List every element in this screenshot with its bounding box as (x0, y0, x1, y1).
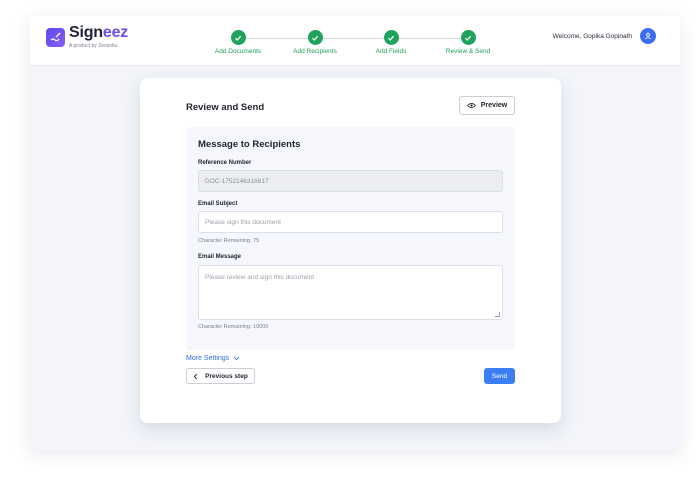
step-review-send[interactable]: Review & Send (428, 30, 508, 55)
message-panel: Message to Recipients Reference Number D… (186, 127, 515, 350)
brand-tagline: A product by Zenzolia (69, 43, 118, 49)
step-label: Add Documents (214, 48, 262, 55)
subject-label: Email Subject (198, 201, 238, 207)
preview-button[interactable]: Preview (459, 96, 515, 115)
more-settings-link[interactable]: More Settings (186, 355, 240, 362)
signeez-logo-icon (46, 28, 65, 47)
message-placeholder: Please review and sign this document (205, 274, 315, 281)
page-title: Review and Send (186, 102, 265, 113)
step-label: Add Recipients (293, 48, 337, 55)
more-settings-label: More Settings (186, 355, 230, 362)
previous-step-button[interactable]: Previous step (186, 368, 255, 384)
reference-label: Reference Number (198, 160, 252, 166)
step-add-documents[interactable]: Add Documents (198, 30, 278, 55)
top-bar: Signeez A product by Zenzolia Add Docume… (30, 16, 680, 66)
brand-name: Signeez (69, 24, 129, 41)
step-add-fields[interactable]: Add Fields (351, 30, 431, 55)
message-textarea[interactable]: Please review and sign this document (198, 265, 503, 320)
review-card: Review and Send Preview Message to Recip… (140, 78, 561, 423)
resize-handle-icon[interactable] (495, 312, 500, 317)
message-label: Email Message (198, 254, 242, 260)
user-avatar-icon[interactable] (640, 28, 656, 44)
chevron-down-icon (233, 356, 240, 361)
reference-input: DOC-1752146316617 (198, 170, 503, 192)
check-icon (383, 30, 399, 45)
panel-title: Message to Recipients (198, 139, 301, 150)
message-char-hint: Character Remaining: 10000 (198, 324, 269, 330)
app-frame: Signeez A product by Zenzolia Add Docume… (30, 16, 680, 450)
welcome-text: Welcome, Gopika Gopinath (552, 33, 632, 40)
check-icon (460, 30, 476, 45)
step-label: Add Fields (375, 48, 407, 55)
subject-input[interactable]: Please sign this document (198, 211, 503, 233)
eye-icon (466, 103, 476, 108)
send-label: Send (491, 372, 508, 380)
check-icon (307, 30, 323, 45)
preview-label: Preview (480, 102, 508, 109)
subject-char-hint: Character Remaining: 75 (198, 238, 260, 244)
step-label: Review & Send (445, 48, 491, 55)
chevron-left-icon (193, 373, 198, 379)
step-add-recipients[interactable]: Add Recipients (275, 30, 355, 55)
previous-step-label: Previous step (205, 372, 248, 380)
send-button[interactable]: Send (484, 368, 515, 384)
check-icon (230, 30, 246, 45)
progress-stepper: Add Documents Add Recipients Add Fields … (198, 30, 520, 62)
